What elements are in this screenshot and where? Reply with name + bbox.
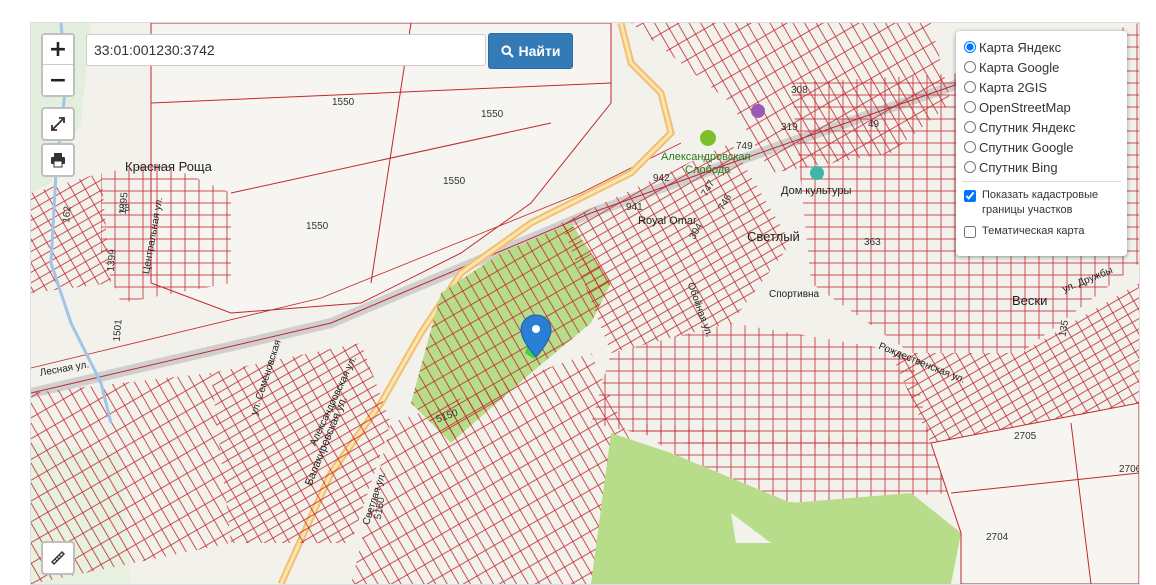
station-poi-icon bbox=[751, 104, 765, 118]
parcel-number: 1399 bbox=[105, 248, 119, 273]
parcel-number: 1550 bbox=[481, 109, 504, 120]
zoom-in-button[interactable]: + bbox=[43, 35, 73, 65]
place-label: Слобода bbox=[685, 164, 731, 176]
parcel-number: 1395 bbox=[117, 191, 131, 216]
place-label: Александровская bbox=[661, 151, 751, 163]
overlay-option-thematic-map[interactable]: Тематическая карта bbox=[956, 224, 1127, 239]
printer-icon bbox=[51, 153, 65, 168]
fullscreen-button[interactable] bbox=[41, 107, 75, 141]
find-button-label: Найти bbox=[518, 43, 561, 59]
parcel-number: 2705 bbox=[1014, 431, 1037, 442]
map-view[interactable]: Красная Роща Светлый Вески Александровск… bbox=[30, 22, 1140, 585]
parcel-number: 749 bbox=[736, 141, 753, 152]
print-button[interactable] bbox=[41, 143, 75, 177]
expand-icon bbox=[51, 117, 65, 131]
layer-option-google-satellite[interactable]: Спутник Google bbox=[956, 137, 1127, 157]
find-button[interactable]: Найти bbox=[488, 33, 573, 69]
layer-radio[interactable] bbox=[964, 81, 976, 93]
parcel-number: 319 bbox=[781, 122, 798, 133]
parcel-number: 1501 bbox=[111, 318, 125, 343]
overlay-checkbox[interactable] bbox=[964, 190, 976, 202]
parcel-number: 1550 bbox=[306, 221, 329, 232]
layer-option-yandex-map[interactable]: Карта Яндекс bbox=[956, 37, 1127, 57]
search-icon bbox=[500, 44, 514, 58]
poi-label: Дом культуры bbox=[781, 185, 852, 197]
parcel-number: 2704 bbox=[986, 532, 1009, 543]
overlay-option-cadastral-borders[interactable]: Показать кадастровые границы участков bbox=[956, 188, 1127, 218]
layer-radio[interactable] bbox=[964, 41, 976, 53]
parcel-number: 942 bbox=[653, 173, 670, 184]
layer-radio[interactable] bbox=[964, 141, 976, 153]
parcel-number: 308 bbox=[791, 85, 808, 96]
parcel-number: 162 bbox=[61, 205, 74, 224]
place-label: Светлый bbox=[747, 229, 800, 244]
parcel-number: 941 bbox=[626, 202, 643, 213]
layer-option-bing-satellite[interactable]: Спутник Bing bbox=[956, 157, 1127, 177]
overlay-checkbox[interactable] bbox=[964, 226, 976, 238]
layer-separator bbox=[962, 181, 1121, 182]
ruler-icon bbox=[51, 551, 65, 565]
cadastral-search-input[interactable] bbox=[86, 34, 486, 66]
poi-label: Royal Omar bbox=[638, 215, 697, 227]
street-label: Спортивна bbox=[769, 289, 820, 300]
culture-house-poi-icon bbox=[810, 166, 824, 180]
parcel-number: 1550 bbox=[332, 97, 355, 108]
parcel-number: 2706 bbox=[1119, 464, 1140, 475]
parcel-number: 49 bbox=[868, 119, 880, 130]
layer-radio[interactable] bbox=[964, 121, 976, 133]
layer-switcher: Карта Яндекс Карта Google Карта 2GIS Ope… bbox=[956, 31, 1127, 256]
layer-radio[interactable] bbox=[964, 61, 976, 73]
layer-option-2gis-map[interactable]: Карта 2GIS bbox=[956, 77, 1127, 97]
parcel-number: 1550 bbox=[443, 176, 466, 187]
layer-option-google-map[interactable]: Карта Google bbox=[956, 57, 1127, 77]
zoom-out-button[interactable]: − bbox=[43, 65, 73, 95]
layer-radio[interactable] bbox=[964, 161, 976, 173]
place-label: Красная Роща bbox=[125, 159, 212, 174]
measure-button[interactable] bbox=[41, 541, 75, 575]
layer-radio[interactable] bbox=[964, 101, 976, 113]
parcel-number: 363 bbox=[864, 237, 881, 248]
place-label: Вески bbox=[1012, 293, 1048, 308]
layer-option-osm[interactable]: OpenStreetMap bbox=[956, 97, 1127, 117]
zoom-control: + − bbox=[41, 33, 75, 97]
layer-option-yandex-satellite[interactable]: Спутник Яндекс bbox=[956, 117, 1127, 137]
park-poi-icon bbox=[700, 130, 716, 146]
